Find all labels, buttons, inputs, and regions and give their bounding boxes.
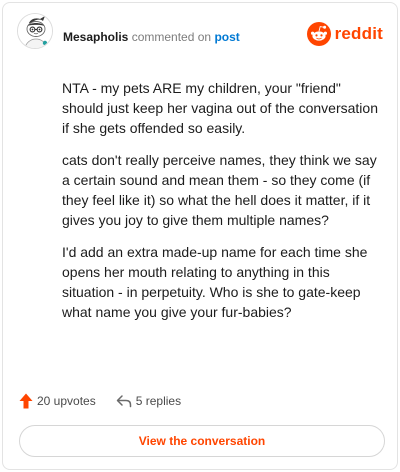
comment-paragraph: I'd add an extra made-up name for each t…: [62, 244, 368, 320]
meta-action-text: commented on: [131, 30, 212, 44]
replies-label: 5 replies: [135, 394, 182, 408]
snoo-avatar-icon[interactable]: [17, 13, 53, 49]
comment-actions: 20 upvotes 5 replies: [19, 390, 181, 412]
author-name[interactable]: Mesapholis: [63, 30, 128, 44]
replies-count[interactable]: 5 replies: [116, 394, 181, 408]
reply-arrow-icon: [116, 395, 131, 408]
upvotes-label: 20 upvotes: [37, 394, 96, 408]
comment-embed-card: Mesapholis commented on post reddit NTA …: [2, 2, 398, 470]
comment-body: NTA - my pets ARE my children, your "fri…: [62, 78, 380, 334]
post-link[interactable]: post: [214, 30, 239, 44]
upvote-arrow-icon[interactable]: [19, 393, 33, 409]
comment-paragraph: cats don't really perceive names, they t…: [62, 152, 377, 228]
upvotes-count[interactable]: 20 upvotes: [19, 393, 96, 409]
reddit-logo-icon: [306, 22, 331, 46]
reddit-wordmark: reddit: [334, 24, 383, 43]
comment-meta: Mesapholis commented on post: [63, 30, 240, 44]
reddit-brand[interactable]: reddit: [306, 21, 383, 47]
comment-paragraph: NTA - my pets ARE my children, your "fri…: [62, 80, 378, 136]
comment-header: Mesapholis commented on post reddit: [3, 3, 397, 67]
view-conversation-button[interactable]: View the conversation: [19, 425, 385, 457]
